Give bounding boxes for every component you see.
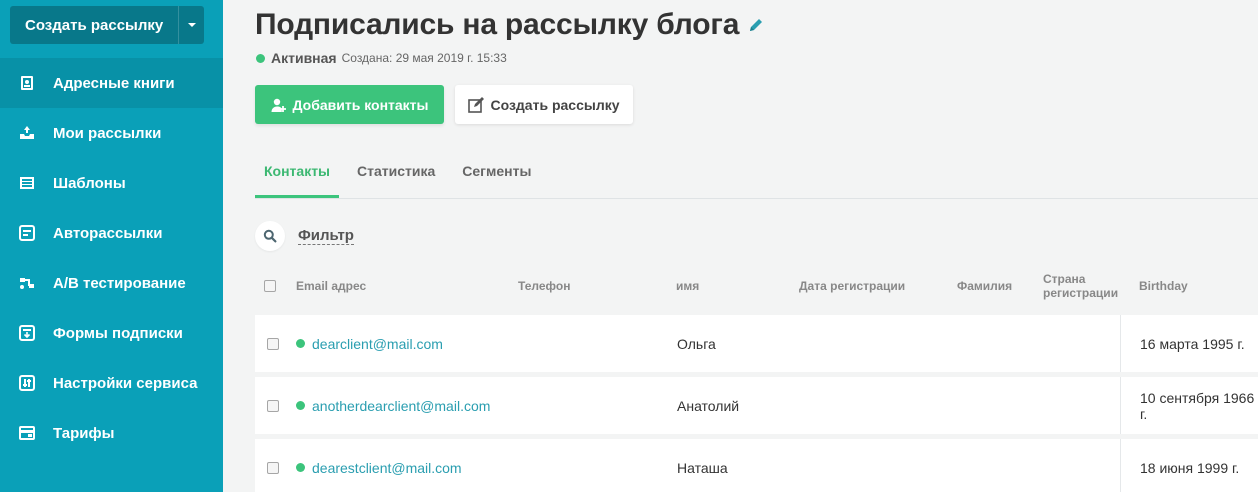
main-content: Подписались на рассылку блога Активная С… xyxy=(223,0,1258,492)
sidebar: Создать рассылку Адресные книги Мои расс… xyxy=(0,0,223,492)
settings-icon xyxy=(19,375,35,391)
pencil-icon[interactable] xyxy=(747,16,765,34)
search-icon xyxy=(263,229,277,243)
status-row: Активная Создана: 29 мая 2019 г. 15:33 xyxy=(256,50,507,66)
column-divider xyxy=(1120,315,1121,372)
campaigns-icon xyxy=(19,125,35,141)
sidebar-item-label: Авторассылки xyxy=(53,224,163,242)
column-divider xyxy=(1120,439,1121,492)
page-title: Подписались на рассылку блога xyxy=(255,8,740,41)
address-book-icon xyxy=(19,75,35,91)
active-status-dot xyxy=(296,401,305,410)
column-header-surname[interactable]: Фамилия xyxy=(957,266,1012,306)
sidebar-item-label: Шаблоны xyxy=(53,174,126,192)
pricing-icon xyxy=(19,425,35,441)
sidebar-nav: Адресные книги Мои рассылки Шаблоны Авто… xyxy=(0,58,223,458)
name-cell: Наташа xyxy=(677,459,728,476)
row-checkbox[interactable] xyxy=(267,461,279,474)
table-row[interactable]: anotherdearclient@mail.com Анатолий 10 с… xyxy=(255,377,1258,434)
create-campaign-dropdown[interactable] xyxy=(178,6,204,44)
column-header-country[interactable]: Страна регистрации xyxy=(1043,266,1127,306)
table-row[interactable]: dearestclient@mail.com Наташа 18 июня 19… xyxy=(255,439,1258,492)
table-header: Email адрес Телефон имя Дата регистрации… xyxy=(255,266,1258,306)
created-date: Создана: 29 мая 2019 г. 15:33 xyxy=(341,51,507,65)
tab-bar: Контакты Статистика Сегменты xyxy=(255,150,1258,199)
sidebar-item-label: Настройки сервиса xyxy=(53,374,198,392)
contact-email-link[interactable]: anotherdearclient@mail.com xyxy=(312,398,490,414)
name-cell: Ольга xyxy=(677,335,716,352)
email-cell: anotherdearclient@mail.com xyxy=(296,377,490,434)
forms-icon xyxy=(19,325,35,341)
filter-toggle[interactable]: Фильтр xyxy=(298,227,354,245)
contact-email-link[interactable]: dearclient@mail.com xyxy=(312,336,443,352)
sidebar-item-service-settings[interactable]: Настройки сервиса xyxy=(0,358,223,408)
select-all-checkbox[interactable] xyxy=(264,280,276,292)
sidebar-item-automation[interactable]: Авторассылки xyxy=(0,208,223,258)
templates-icon xyxy=(19,175,35,191)
add-contacts-label: Добавить контакты xyxy=(292,96,429,113)
tab-contacts[interactable]: Контакты xyxy=(255,150,340,198)
column-header-phone[interactable]: Телефон xyxy=(518,266,570,306)
column-header-email[interactable]: Email адрес xyxy=(296,266,366,306)
email-cell: dearestclient@mail.com xyxy=(296,439,462,492)
create-campaign-label: Создать рассылку xyxy=(490,96,620,113)
sidebar-item-label: Формы подписки xyxy=(53,324,183,342)
add-user-icon xyxy=(271,98,286,112)
column-divider xyxy=(1120,377,1121,434)
column-header-name[interactable]: имя xyxy=(676,266,699,306)
tab-segments[interactable]: Сегменты xyxy=(453,150,540,198)
contact-email-link[interactable]: dearestclient@mail.com xyxy=(312,460,462,476)
create-campaign-split-button[interactable]: Создать рассылку xyxy=(10,6,204,44)
sidebar-item-label: Тарифы xyxy=(53,424,115,442)
select-all-cell xyxy=(264,266,276,306)
sidebar-item-ab-testing[interactable]: A/B тестирование xyxy=(0,258,223,308)
tab-statistics[interactable]: Статистика xyxy=(348,150,444,198)
sidebar-item-subscription-forms[interactable]: Формы подписки xyxy=(0,308,223,358)
birthday-cell: 16 марта 1995 г. xyxy=(1140,335,1245,352)
create-campaign-button[interactable]: Создать рассылку xyxy=(455,85,633,124)
status-dot-icon xyxy=(256,53,265,63)
active-status-dot xyxy=(296,463,305,472)
active-status-dot xyxy=(296,339,305,348)
sidebar-item-label: Мои рассылки xyxy=(53,124,162,142)
chevron-down-icon xyxy=(187,23,196,27)
filter-row: Фильтр xyxy=(255,221,354,251)
birthday-cell: 18 июня 1999 г. xyxy=(1140,459,1240,476)
email-cell: dearclient@mail.com xyxy=(296,315,443,372)
row-checkbox[interactable] xyxy=(267,337,279,350)
column-header-birthday[interactable]: Birthday xyxy=(1139,266,1188,306)
ab-test-icon xyxy=(19,275,35,291)
create-campaign-label[interactable]: Создать рассылку xyxy=(10,17,178,34)
column-header-registration-date[interactable]: Дата регистрации xyxy=(799,266,905,306)
status-badge: Активная xyxy=(271,50,337,66)
table-row[interactable]: dearclient@mail.com Ольга 16 марта 1995 … xyxy=(255,315,1258,372)
birthday-cell: 10 сентября 1966 г. xyxy=(1140,389,1255,422)
automation-icon xyxy=(19,225,35,241)
sidebar-item-templates[interactable]: Шаблоны xyxy=(0,158,223,208)
row-checkbox-cell xyxy=(267,315,279,372)
sidebar-item-address-books[interactable]: Адресные книги xyxy=(0,58,223,108)
row-checkbox[interactable] xyxy=(267,399,279,412)
row-checkbox-cell xyxy=(267,377,279,434)
compose-icon xyxy=(468,96,485,113)
row-checkbox-cell xyxy=(267,439,279,492)
sidebar-item-campaigns[interactable]: Мои рассылки xyxy=(0,108,223,158)
search-button[interactable] xyxy=(255,221,285,251)
name-cell: Анатолий xyxy=(677,397,740,414)
sidebar-item-label: A/B тестирование xyxy=(53,274,186,292)
add-contacts-button[interactable]: Добавить контакты xyxy=(255,85,444,124)
title-row: Подписались на рассылку блога xyxy=(255,8,765,42)
sidebar-item-label: Адресные книги xyxy=(53,74,175,92)
sidebar-item-pricing[interactable]: Тарифы xyxy=(0,408,223,458)
